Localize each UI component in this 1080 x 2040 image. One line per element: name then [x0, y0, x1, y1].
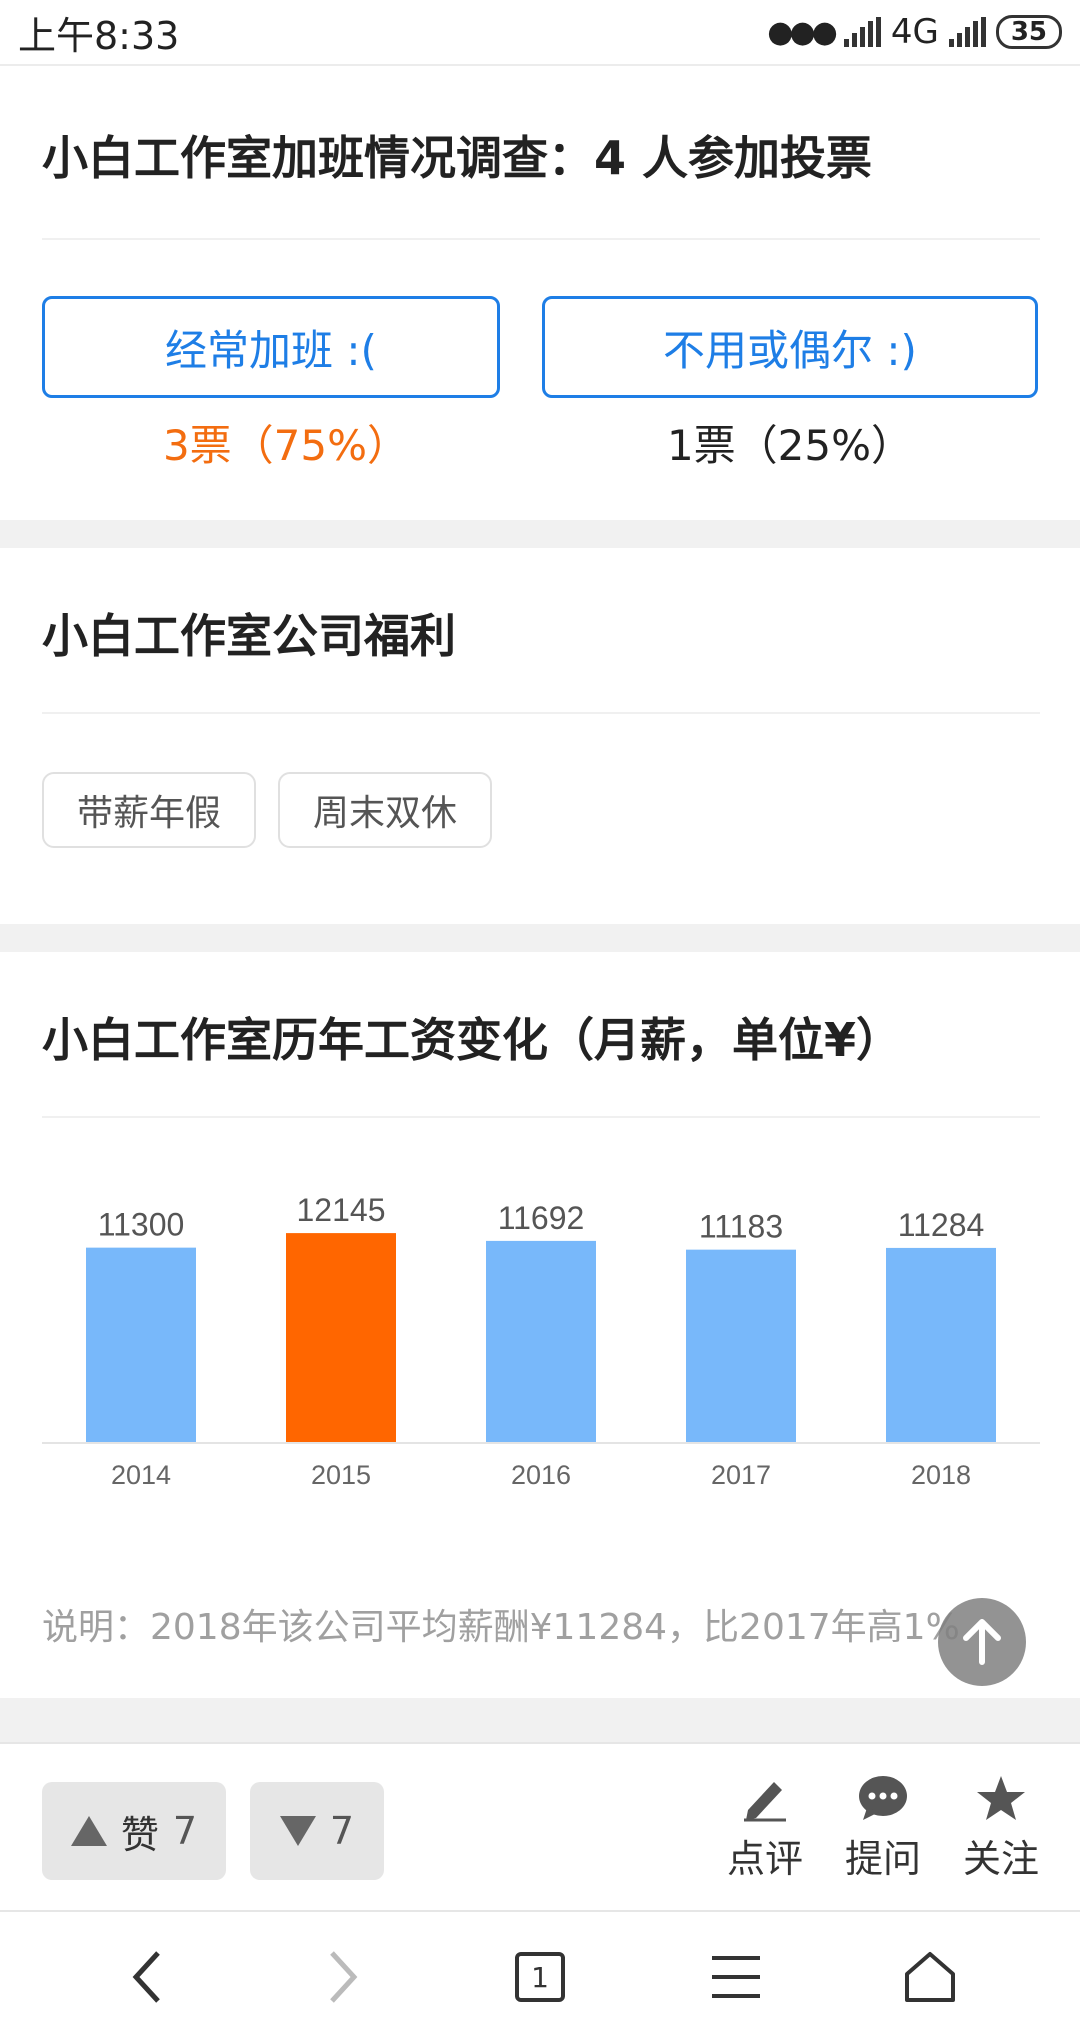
- home-button[interactable]: [890, 1944, 970, 2010]
- triangle-down-icon: [279, 1816, 316, 1846]
- tabs-button[interactable]: 1: [500, 1944, 580, 2010]
- follow-button[interactable]: 关注: [946, 1774, 1056, 1883]
- browser-nav-bar: 1: [0, 1914, 1080, 2040]
- dislike-count: 7: [329, 1809, 355, 1853]
- salary-title: 小白工作室历年工资变化（月薪，单位¥）: [42, 1013, 903, 1067]
- triangle-up-icon: [70, 1816, 107, 1846]
- comment-label: 点评: [726, 1837, 803, 1881]
- bar-2017: [686, 1249, 796, 1442]
- bar-value-label: 12145: [297, 1192, 386, 1228]
- signal-icon-2: [948, 17, 986, 47]
- status-icons: ●●● 4G 35: [767, 12, 1062, 52]
- like-label: 赞: [120, 1812, 159, 1857]
- poll-divider: [42, 238, 1040, 240]
- bar-2016: [486, 1240, 596, 1442]
- forward-button[interactable]: [302, 1944, 382, 2010]
- chevron-left-icon: [132, 1951, 160, 2003]
- star-icon: [977, 1776, 1025, 1820]
- x-tick-label: 2014: [111, 1460, 171, 1490]
- bar-value-label: 11692: [498, 1200, 585, 1236]
- signal-icon: [843, 17, 881, 47]
- poll-title: 小白工作室加班情况调查：4 人参加投票: [42, 131, 873, 185]
- network-type: 4G: [890, 12, 939, 52]
- benefit-tag: 周末双休: [278, 772, 492, 848]
- vote-option-rarely-button[interactable]: 不用或偶尔 :): [542, 296, 1038, 398]
- bar-2018: [886, 1247, 996, 1442]
- like-count: 7: [172, 1809, 198, 1853]
- salary-note: 说明：2018年该公司平均薪酬¥11284，比2017年高1%: [42, 1607, 960, 1648]
- bar-value-label: 11284: [898, 1207, 985, 1243]
- scroll-to-top-button[interactable]: [938, 1598, 1026, 1686]
- arrow-up-icon: [963, 1619, 1001, 1665]
- back-button[interactable]: [108, 1944, 188, 2010]
- x-tick-label: 2017: [711, 1460, 771, 1490]
- chevron-right-icon: [330, 1951, 358, 2003]
- bar-2015: [286, 1233, 396, 1442]
- follow-label: 关注: [962, 1837, 1039, 1881]
- dislike-button[interactable]: 7: [250, 1782, 384, 1880]
- vote-result-rarely: 1票（25%）: [666, 421, 914, 470]
- hamburger-menu-icon: [712, 1956, 760, 1998]
- benefits-divider: [42, 712, 1040, 714]
- menu-button[interactable]: [696, 1944, 776, 2010]
- salary-divider: [42, 1116, 1040, 1118]
- action-bar: 赞 7 7 点评 提问 关注: [0, 1742, 1080, 1912]
- status-bar: 上午8:33 ●●● 4G 35: [0, 0, 1080, 66]
- home-icon: [905, 1952, 955, 2002]
- chat-bubble-icon: [859, 1776, 907, 1820]
- salary-bar-chart: 11300 2014 12145 2015 11692 2016 11183 2017 1128…: [42, 1192, 1040, 1490]
- benefit-tag: 带薪年假: [42, 772, 256, 848]
- like-button[interactable]: 赞 7: [42, 1782, 226, 1880]
- bar-value-label: 11300: [98, 1207, 185, 1243]
- tabs-icon: 1: [515, 1952, 565, 2002]
- status-time: 上午8:33: [18, 13, 180, 58]
- battery-indicator: 35: [995, 15, 1062, 49]
- x-tick-label: 2016: [511, 1460, 571, 1490]
- ask-button[interactable]: 提问: [828, 1774, 938, 1883]
- benefits-title: 小白工作室公司福利: [42, 609, 456, 663]
- more-dots-icon: ●●●: [767, 14, 838, 50]
- section-gap: [0, 1698, 1080, 1742]
- comment-button[interactable]: 点评: [710, 1774, 820, 1883]
- section-gap: [0, 520, 1080, 548]
- pencil-icon: [744, 1782, 786, 1822]
- bar-2014: [86, 1247, 196, 1442]
- section-gap: [0, 924, 1080, 952]
- ask-label: 提问: [844, 1837, 921, 1881]
- bar-value-label: 11183: [699, 1209, 783, 1245]
- x-tick-label: 2018: [911, 1460, 971, 1490]
- x-tick-label: 2015: [311, 1460, 371, 1490]
- vote-option-overtime-button[interactable]: 经常加班 :(: [42, 296, 500, 398]
- vote-option-label: 不用或偶尔 :): [663, 325, 917, 375]
- vote-result-overtime: 3票（75%）: [162, 421, 410, 470]
- vote-option-label: 经常加班 :(: [165, 325, 377, 375]
